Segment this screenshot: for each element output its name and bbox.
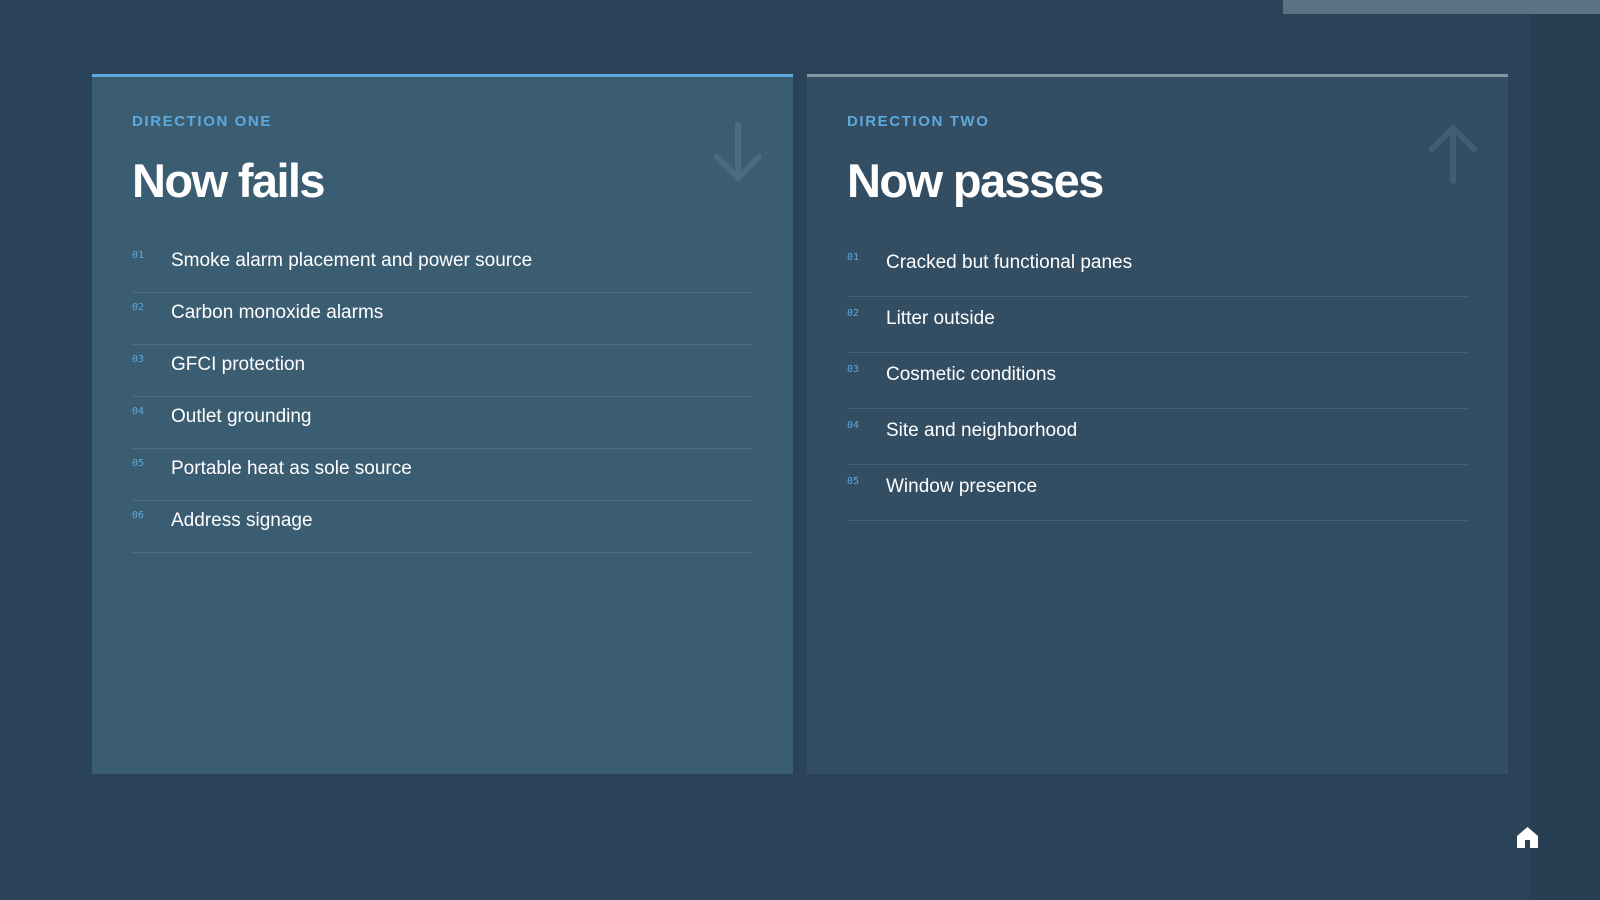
progress-bar bbox=[1283, 0, 1600, 14]
passes-list: 01 Cracked but functional panes 02 Litte… bbox=[847, 241, 1468, 521]
list-item: 05 Portable heat as sole source bbox=[132, 449, 753, 501]
list-item: 02 Carbon monoxide alarms bbox=[132, 293, 753, 345]
home-logo-icon bbox=[1517, 827, 1538, 848]
panel-eyebrow: DIRECTION ONE bbox=[132, 113, 272, 130]
item-text: Litter outside bbox=[886, 308, 995, 329]
arrow-up-icon bbox=[1429, 125, 1477, 184]
item-text: Window presence bbox=[886, 476, 1038, 497]
fails-list: 01 Smoke alarm placement and power sourc… bbox=[132, 241, 753, 553]
panel-eyebrow: DIRECTION TWO bbox=[847, 113, 990, 130]
slide: DIRECTION ONE Now fails 01 Smoke alarm p… bbox=[0, 0, 1600, 900]
list-item: 04 Site and neighborhood bbox=[847, 409, 1468, 465]
item-text: Portable heat as sole source bbox=[171, 458, 412, 479]
item-text: Site and neighborhood bbox=[886, 420, 1078, 441]
item-text: Carbon monoxide alarms bbox=[171, 302, 384, 323]
item-number: 04 bbox=[847, 420, 860, 431]
item-number: 01 bbox=[847, 252, 860, 263]
list-item: 01 Cracked but functional panes bbox=[847, 241, 1468, 297]
item-text: Cracked but functional panes bbox=[886, 252, 1133, 273]
list-item: 03 Cosmetic conditions bbox=[847, 353, 1468, 409]
item-number: 02 bbox=[847, 308, 860, 319]
arrow-down-icon bbox=[714, 122, 762, 181]
item-number: 05 bbox=[847, 476, 860, 487]
list-item: 06 Address signage bbox=[132, 501, 753, 553]
item-number: 03 bbox=[847, 364, 860, 375]
panel-direction-two: DIRECTION TWO Now passes 01 Cracked but … bbox=[807, 74, 1508, 774]
list-item: 02 Litter outside bbox=[847, 297, 1468, 353]
item-number: 03 bbox=[132, 354, 145, 365]
list-item: 05 Window presence bbox=[847, 465, 1468, 521]
side-shade bbox=[1530, 0, 1600, 900]
item-number: 01 bbox=[132, 250, 145, 261]
item-text: Cosmetic conditions bbox=[886, 364, 1057, 385]
item-number: 02 bbox=[132, 302, 145, 313]
list-item: 04 Outlet grounding bbox=[132, 397, 753, 449]
item-text: Outlet grounding bbox=[171, 406, 312, 427]
item-text: Address signage bbox=[171, 510, 313, 531]
item-number: 04 bbox=[132, 406, 145, 417]
item-number: 05 bbox=[132, 458, 145, 469]
panel-direction-one: DIRECTION ONE Now fails 01 Smoke alarm p… bbox=[92, 74, 793, 774]
item-text: Smoke alarm placement and power source bbox=[171, 250, 533, 271]
panel-title: Now fails bbox=[132, 154, 326, 207]
panel-title: Now passes bbox=[847, 154, 1104, 207]
list-item: 03 GFCI protection bbox=[132, 345, 753, 397]
item-text: GFCI protection bbox=[171, 354, 306, 375]
item-number: 06 bbox=[132, 510, 145, 521]
list-item: 01 Smoke alarm placement and power sourc… bbox=[132, 241, 753, 293]
